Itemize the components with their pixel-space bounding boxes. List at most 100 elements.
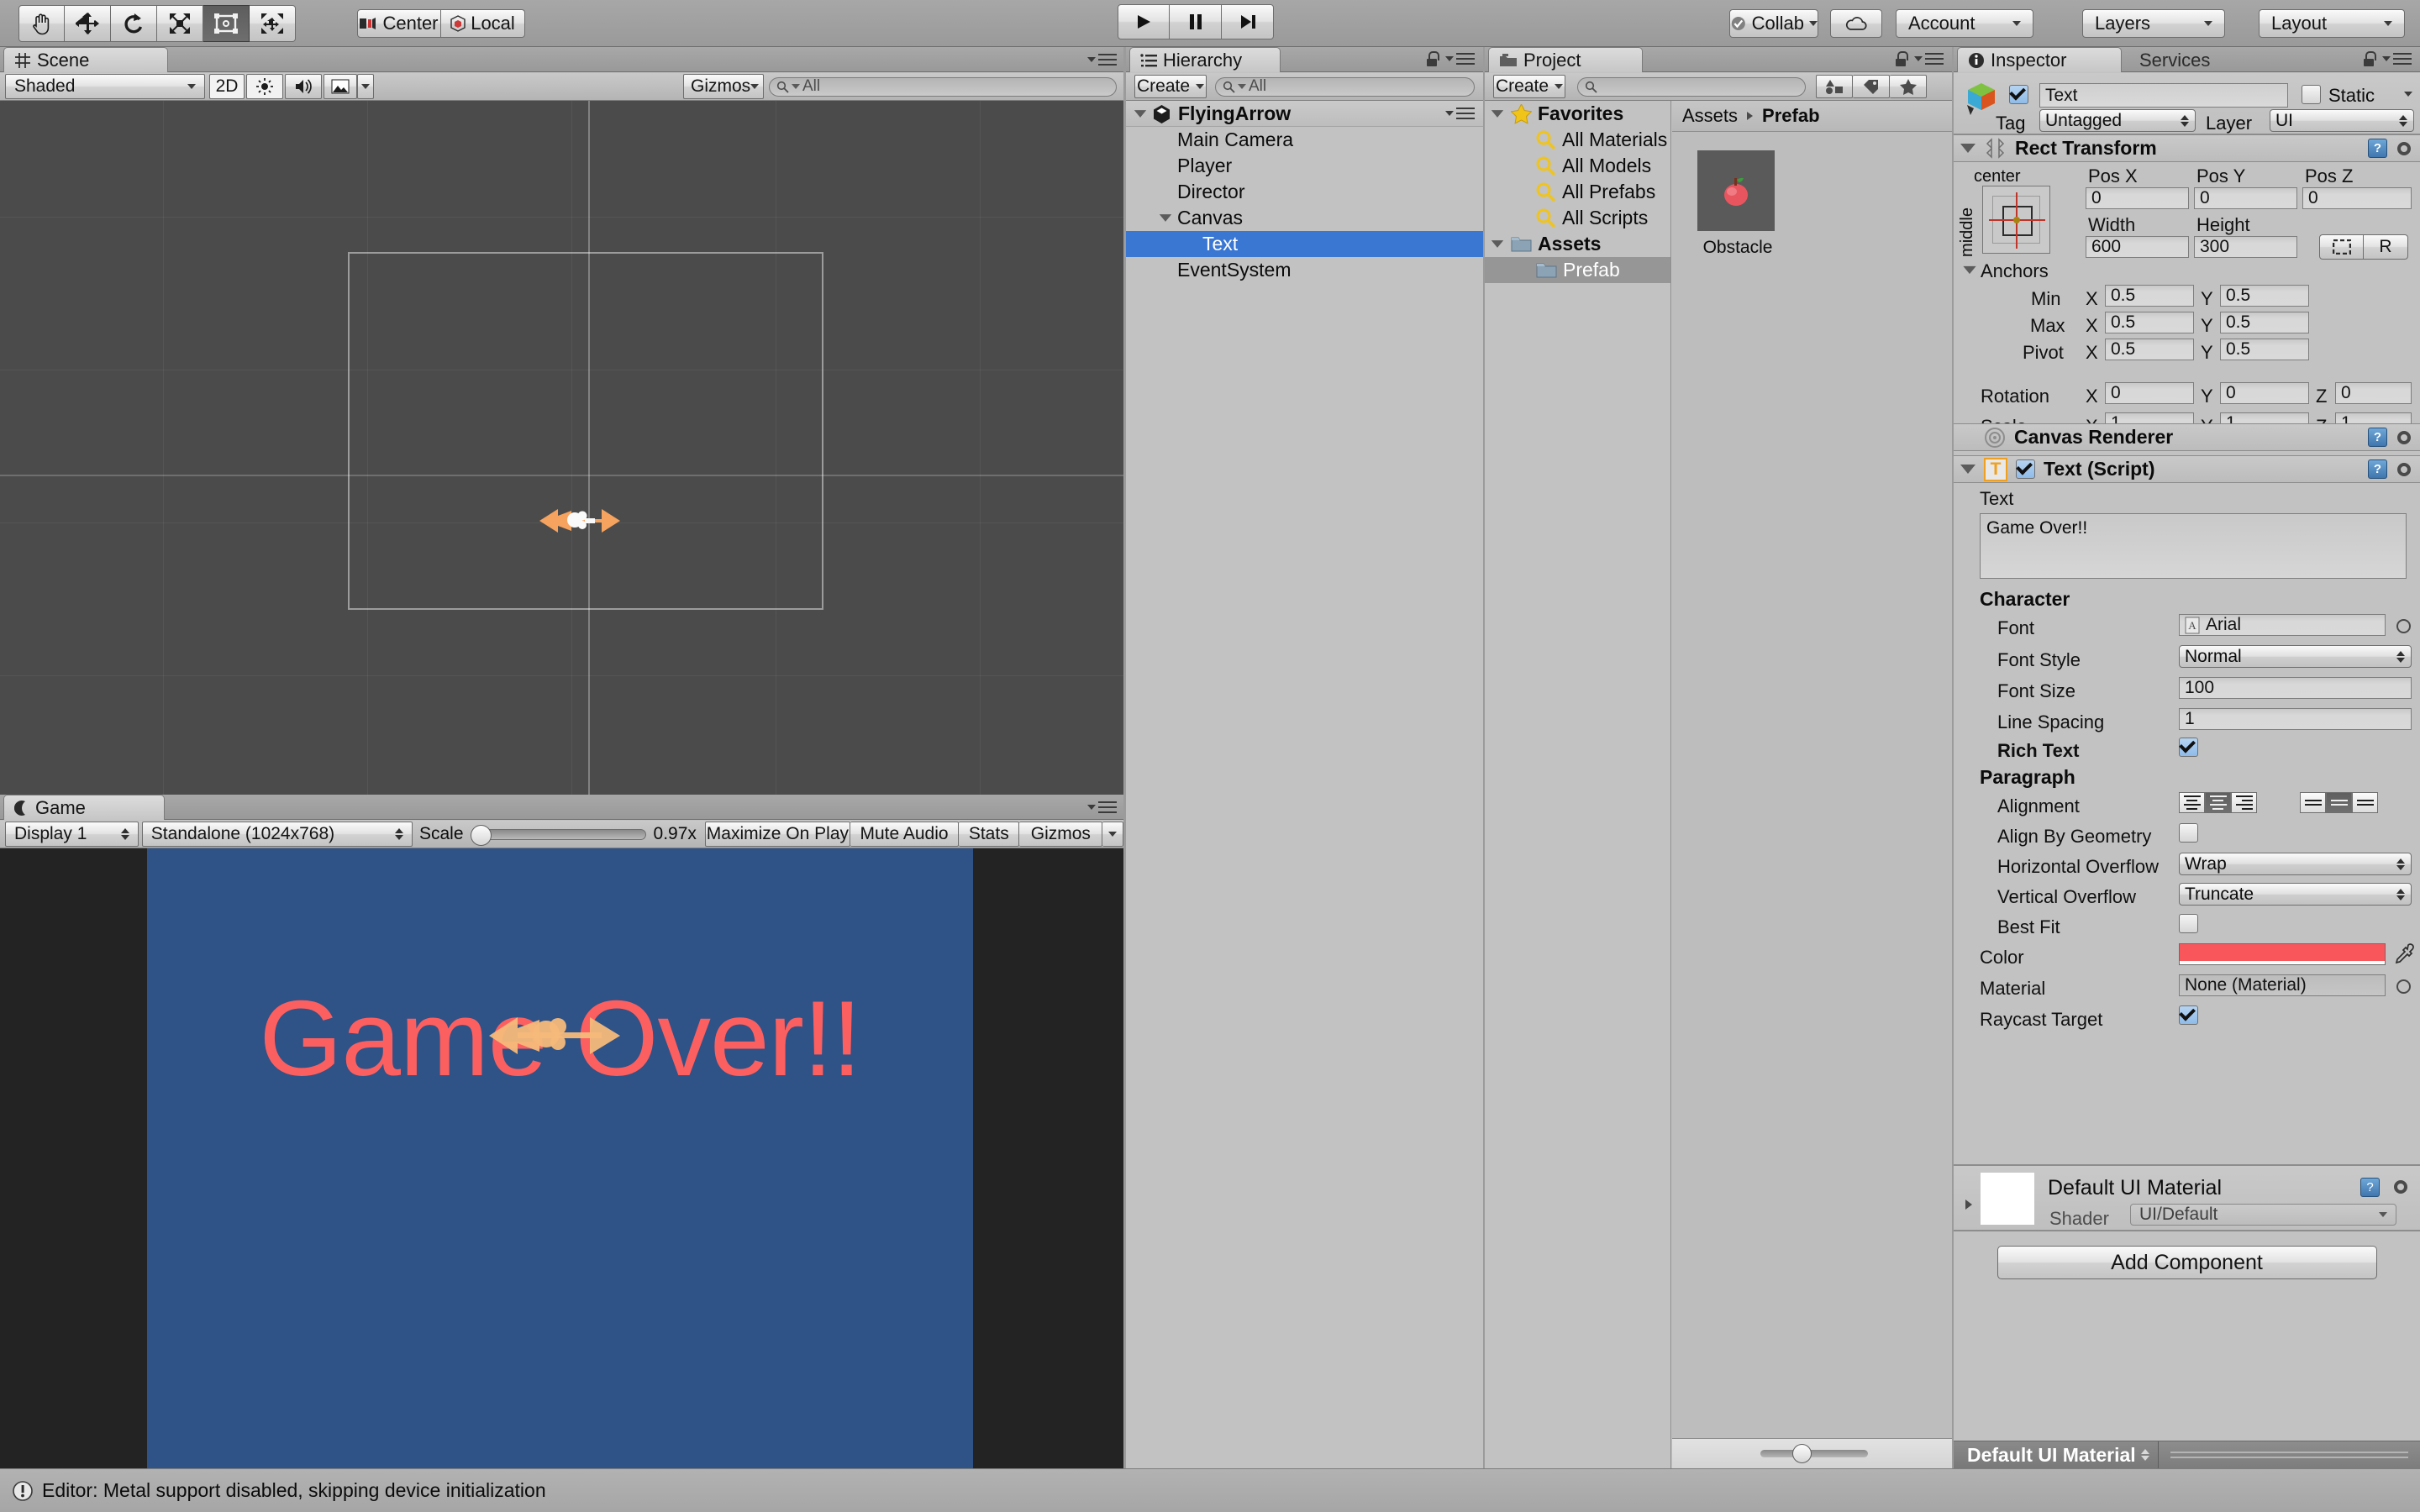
pivot-rotation-button[interactable]: Local	[441, 9, 525, 38]
layout-button[interactable]: Layout	[2259, 9, 2405, 38]
hierarchy-create-button[interactable]: Create	[1134, 75, 1207, 98]
hand-tool-button[interactable]	[18, 5, 65, 42]
project-tree-item-all-materials[interactable]: All Materials	[1485, 127, 1670, 153]
project-tree-item-assets[interactable]: Assets	[1485, 231, 1670, 257]
best-fit-checkbox[interactable]	[2179, 914, 2198, 933]
project-tree-item-all-scripts[interactable]: All Scripts	[1485, 205, 1670, 231]
hierarchy-item-text[interactable]: Text	[1126, 231, 1483, 257]
tab-project[interactable]: Project	[1488, 47, 1643, 72]
asset-item[interactable]: Obstacle	[1697, 150, 1778, 258]
project-tree-item-all-prefabs[interactable]: All Prefabs	[1485, 179, 1670, 205]
footer-asset-dropdown-icon[interactable]	[2140, 1449, 2149, 1461]
rotate-tool-button[interactable]	[111, 5, 157, 42]
font-style-dropdown[interactable]: Normal	[2179, 645, 2412, 668]
scene-gizmos-dropdown[interactable]: Gizmos	[683, 74, 764, 99]
align-center-button[interactable]	[2205, 792, 2231, 813]
scene-panel-menu[interactable]	[1087, 54, 1117, 66]
scene-effects-dropdown[interactable]	[357, 74, 374, 99]
gear-icon[interactable]	[2395, 428, 2413, 447]
lock-icon[interactable]	[2362, 51, 2376, 66]
raw-edit-button[interactable]: R	[2364, 234, 2408, 260]
height-input[interactable]: 300	[2194, 236, 2297, 258]
vertical-overflow-dropdown[interactable]: Truncate	[2179, 883, 2412, 906]
breadcrumb-item-prefab[interactable]: Prefab	[1762, 105, 1819, 127]
game-gizmos-dropdown[interactable]	[1102, 822, 1123, 847]
raycast-target-checkbox[interactable]	[2179, 1005, 2198, 1025]
material-foldout-icon[interactable]	[1965, 1200, 1972, 1210]
hierarchy-item-main-camera[interactable]: Main Camera	[1126, 127, 1483, 153]
transform-tool-button[interactable]	[250, 5, 296, 42]
horizontal-overflow-dropdown[interactable]: Wrap	[2179, 853, 2412, 875]
pivot-x-input[interactable]: 0.5	[2105, 339, 2194, 360]
gear-icon[interactable]	[2391, 1178, 2410, 1196]
scene-search-input[interactable]: All	[769, 76, 1117, 97]
asset-grid[interactable]: Obstacle	[1672, 132, 1952, 258]
game-mute-toggle[interactable]: Mute Audio	[850, 822, 960, 847]
gameobject-name-input[interactable]: Text	[2039, 83, 2288, 108]
breadcrumb-item-assets[interactable]: Assets	[1682, 105, 1738, 127]
project-search-input[interactable]	[1577, 76, 1806, 97]
project-tree-item-favorites[interactable]: Favorites	[1485, 101, 1670, 127]
tab-hierarchy[interactable]: Hierarchy	[1129, 47, 1281, 72]
static-dropdown-icon[interactable]	[2404, 92, 2412, 97]
zoom-slider-handle[interactable]	[1792, 1444, 1812, 1463]
rect-tool-button[interactable]	[203, 5, 250, 42]
anchor-max-x-input[interactable]: 0.5	[2105, 312, 2194, 333]
pos-x-input[interactable]: 0	[2086, 187, 2189, 209]
scale-slider-handle[interactable]	[470, 824, 492, 846]
tab-services[interactable]: Services	[2128, 47, 2238, 72]
rotation-z-input[interactable]: 0	[2335, 382, 2412, 404]
align-bottom-button[interactable]	[2352, 792, 2378, 813]
lock-icon[interactable]	[1894, 51, 1908, 66]
move-tool-button[interactable]	[65, 5, 111, 42]
project-tree-item-all-models[interactable]: All Models	[1485, 153, 1670, 179]
material-picker-icon[interactable]	[2396, 979, 2411, 994]
status-bar[interactable]: Editor: Metal support disabled, skipping…	[0, 1468, 2420, 1512]
width-input[interactable]: 600	[2086, 236, 2189, 258]
font-object-field[interactable]: A Arial	[2179, 614, 2386, 636]
text-value-textarea[interactable]: Game Over!!	[1980, 513, 2407, 579]
play-button[interactable]	[1118, 4, 1170, 39]
project-filter-type-button[interactable]	[1816, 75, 1853, 98]
project-filter-label-button[interactable]	[1853, 75, 1890, 98]
material-object-field[interactable]: None (Material)	[2179, 974, 2386, 996]
gear-icon[interactable]	[2395, 460, 2413, 479]
pos-y-input[interactable]: 0	[2194, 187, 2297, 209]
help-icon[interactable]: ?	[2368, 139, 2387, 158]
help-icon[interactable]: ?	[2368, 428, 2387, 447]
project-zoom-slider[interactable]	[1672, 1438, 1952, 1468]
game-panel-menu[interactable]	[1087, 801, 1117, 813]
tab-scene[interactable]: Scene	[3, 47, 168, 72]
pos-z-input[interactable]: 0	[2302, 187, 2412, 209]
foldout-icon[interactable]	[1134, 109, 1147, 118]
color-swatch[interactable]	[2179, 943, 2386, 965]
scale-slider-track[interactable]	[470, 824, 646, 846]
hierarchy-search-input[interactable]: All	[1215, 76, 1475, 97]
game-viewport[interactable]: Game Over!!	[0, 848, 1123, 1468]
gear-icon[interactable]	[2395, 139, 2413, 158]
align-middle-button[interactable]	[2326, 792, 2352, 813]
inspector-header-controls[interactable]	[2362, 51, 2412, 66]
rotation-y-input[interactable]: 0	[2220, 382, 2309, 404]
rotation-x-input[interactable]: 0	[2105, 382, 2194, 404]
tab-game[interactable]: Game	[3, 795, 165, 820]
game-gizmos-toggle[interactable]: Gizmos	[1019, 822, 1103, 847]
collab-button[interactable]: Collab	[1729, 9, 1818, 38]
scene-draw-mode-dropdown[interactable]: Shaded	[5, 74, 205, 99]
hierarchy-item-flyingarrow[interactable]: FlyingArrow	[1126, 101, 1483, 127]
scene-2d-toggle[interactable]: 2D	[209, 74, 245, 99]
scene-viewport[interactable]	[0, 101, 1123, 795]
align-by-geometry-checkbox[interactable]	[2179, 823, 2198, 843]
blueprint-mode-button[interactable]	[2319, 234, 2364, 260]
project-create-button[interactable]: Create	[1493, 75, 1565, 98]
tab-inspector[interactable]: Inspector	[1957, 47, 2122, 72]
rect-transform-header[interactable]: Rect Transform ?	[1954, 134, 2420, 162]
hierarchy-item-eventsystem[interactable]: EventSystem	[1126, 257, 1483, 283]
hierarchy-item-director[interactable]: Director	[1126, 179, 1483, 205]
cloud-button[interactable]	[1830, 9, 1882, 38]
hierarchy-item-canvas[interactable]: Canvas	[1126, 205, 1483, 231]
project-tree-item-prefab[interactable]: Prefab	[1485, 257, 1670, 283]
help-icon[interactable]: ?	[2368, 459, 2387, 479]
tag-dropdown[interactable]: Untagged	[2039, 109, 2196, 132]
font-picker-icon[interactable]	[2396, 619, 2411, 633]
